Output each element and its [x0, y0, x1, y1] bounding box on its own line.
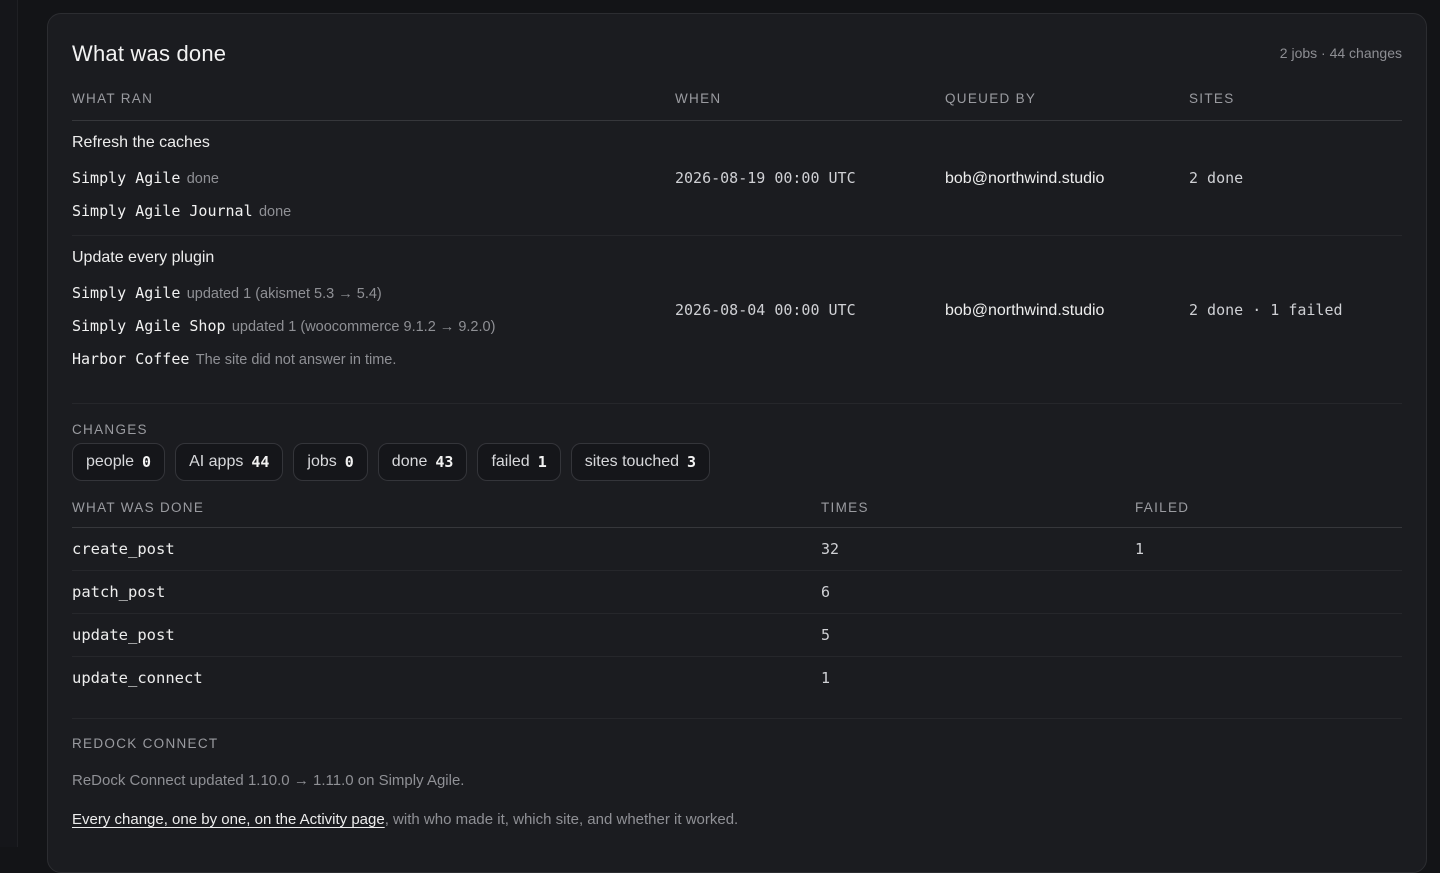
column-header-queued-by: QUEUED BY	[945, 91, 1037, 106]
job-site-line: Simply Agile done	[72, 169, 219, 188]
action-name: update_connect	[72, 669, 203, 687]
action-failed: 1	[1135, 540, 1145, 558]
chip-label: failed	[491, 453, 530, 470]
chip-count: 0	[344, 453, 354, 471]
column-header-what-was-done: WHAT WAS DONE	[72, 500, 205, 515]
site-status: updated 1 (woocommerce 9.1.2 → 9.2.0)	[231, 319, 496, 335]
job-queued-by: bob@northwind.studio	[945, 170, 1105, 187]
section-divider	[72, 718, 1402, 719]
job-site-line: Harbor Coffee The site did not answer in…	[72, 350, 396, 369]
card-summary: 2 jobs · 44 changes	[1279, 45, 1402, 61]
table-header-divider	[72, 527, 1402, 528]
job-title: Update every plugin	[72, 249, 215, 266]
redock-connect-update-text: ReDock Connect updated 1.10.0 → 1.11.0 o…	[72, 772, 465, 789]
changes-label: CHANGES	[72, 422, 148, 437]
action-name: create_post	[72, 540, 175, 558]
action-times: 6	[821, 583, 831, 601]
chip-failed[interactable]: failed 1	[477, 443, 561, 481]
column-header-failed: FAILED	[1135, 500, 1190, 515]
site-status: done	[186, 171, 219, 187]
column-header-when: WHEN	[675, 91, 722, 106]
chip-ai-apps[interactable]: AI apps 44	[175, 443, 284, 481]
action-name: patch_post	[72, 583, 166, 601]
table-header-divider	[72, 120, 1402, 121]
site-name: Simply Agile Journal	[72, 202, 253, 220]
job-queued-by: bob@northwind.studio	[945, 302, 1105, 319]
row-divider	[72, 656, 1402, 657]
activity-note-suffix: , with who made it, which site, and whet…	[384, 811, 739, 828]
chip-count: 43	[435, 453, 454, 471]
chip-count: 44	[251, 453, 270, 471]
chip-label: people	[86, 453, 135, 470]
chip-count: 3	[687, 453, 697, 471]
job-site-line: Simply Agile updated 1 (akismet 5.3 → 5.…	[72, 284, 382, 303]
site-status: done	[258, 204, 292, 220]
action-times: 1	[821, 669, 831, 687]
action-name: update_post	[72, 626, 175, 644]
left-rail	[0, 0, 18, 847]
what-was-done-card: What was done 2 jobs · 44 changes WHAT R…	[47, 13, 1427, 873]
chip-done[interactable]: done 43	[377, 443, 468, 481]
chip-label: done	[391, 453, 428, 470]
job-title: Refresh the caches	[72, 134, 210, 151]
chip-people[interactable]: people 0	[72, 443, 166, 481]
action-times: 32	[821, 540, 840, 558]
site-name: Simply Agile Shop	[72, 317, 226, 335]
changes-chips: people 0 AI apps 44 jobs 0 done 43 failed 1 s…	[72, 443, 711, 481]
chip-sites-touched[interactable]: sites touched 3	[570, 443, 711, 481]
row-divider	[72, 235, 1402, 236]
job-site-line: Simply Agile Shop updated 1 (woocommerce…	[72, 317, 495, 336]
chip-jobs[interactable]: jobs 0	[293, 443, 368, 481]
site-status: The site did not answer in time.	[195, 352, 397, 368]
site-name: Harbor Coffee	[72, 350, 190, 368]
column-header-times: TIMES	[821, 500, 869, 515]
redock-connect-label: REDOCK CONNECT	[72, 736, 219, 751]
card-title: What was done	[72, 41, 227, 66]
job-sites-summary: 2 done	[1189, 169, 1244, 187]
chip-label: sites touched	[584, 453, 680, 470]
chip-count: 0	[142, 453, 152, 471]
site-name: Simply Agile	[72, 169, 181, 187]
site-status: updated 1 (akismet 5.3 → 5.4)	[186, 286, 382, 302]
activity-page-link[interactable]: Every change, one by one, on the Activit…	[72, 811, 385, 828]
activity-note: Every change, one by one, on the Activit…	[72, 811, 738, 828]
job-when: 2026-08-19 00:00 UTC	[675, 169, 856, 187]
job-sites-summary: 2 done · 1 failed	[1189, 301, 1343, 319]
site-name: Simply Agile	[72, 284, 181, 302]
chip-count: 1	[537, 453, 547, 471]
job-when: 2026-08-04 00:00 UTC	[675, 301, 856, 319]
column-header-sites: SITES	[1189, 91, 1235, 106]
chip-label: AI apps	[189, 453, 244, 470]
row-divider	[72, 570, 1402, 571]
row-divider	[72, 613, 1402, 614]
section-divider	[72, 403, 1402, 404]
chip-label: jobs	[307, 453, 337, 470]
job-site-line: Simply Agile Journal done	[72, 202, 291, 221]
action-times: 5	[821, 626, 831, 644]
column-header-what-ran: WHAT RAN	[72, 91, 154, 106]
